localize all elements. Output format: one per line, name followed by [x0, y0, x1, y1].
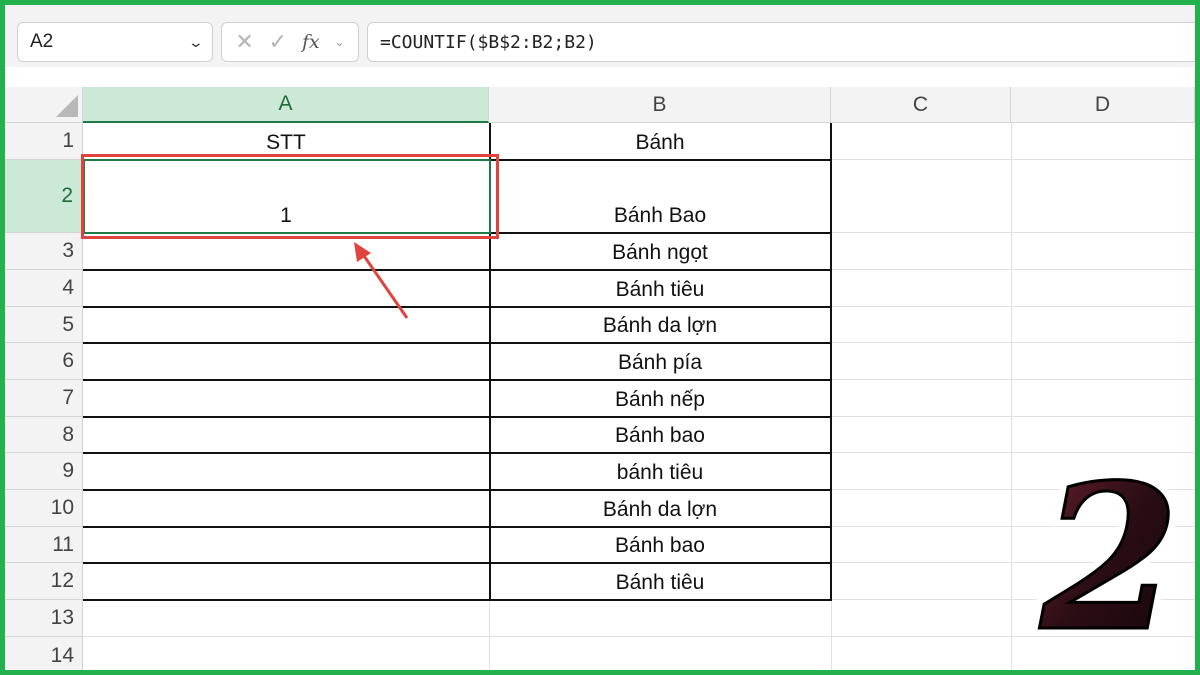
annotation-arrow: [354, 242, 409, 319]
arrow-head: [354, 242, 371, 262]
arrow-shaft: [360, 252, 409, 319]
screenshot-frame: A2 ⌄ ✕ ✓ fx ⌄ =COUNTIF($B$2:B2;B2) A B C…: [0, 0, 1200, 675]
step-number-text: 2: [1039, 460, 1179, 650]
step-number-badge: 2 2: [1035, 460, 1185, 650]
